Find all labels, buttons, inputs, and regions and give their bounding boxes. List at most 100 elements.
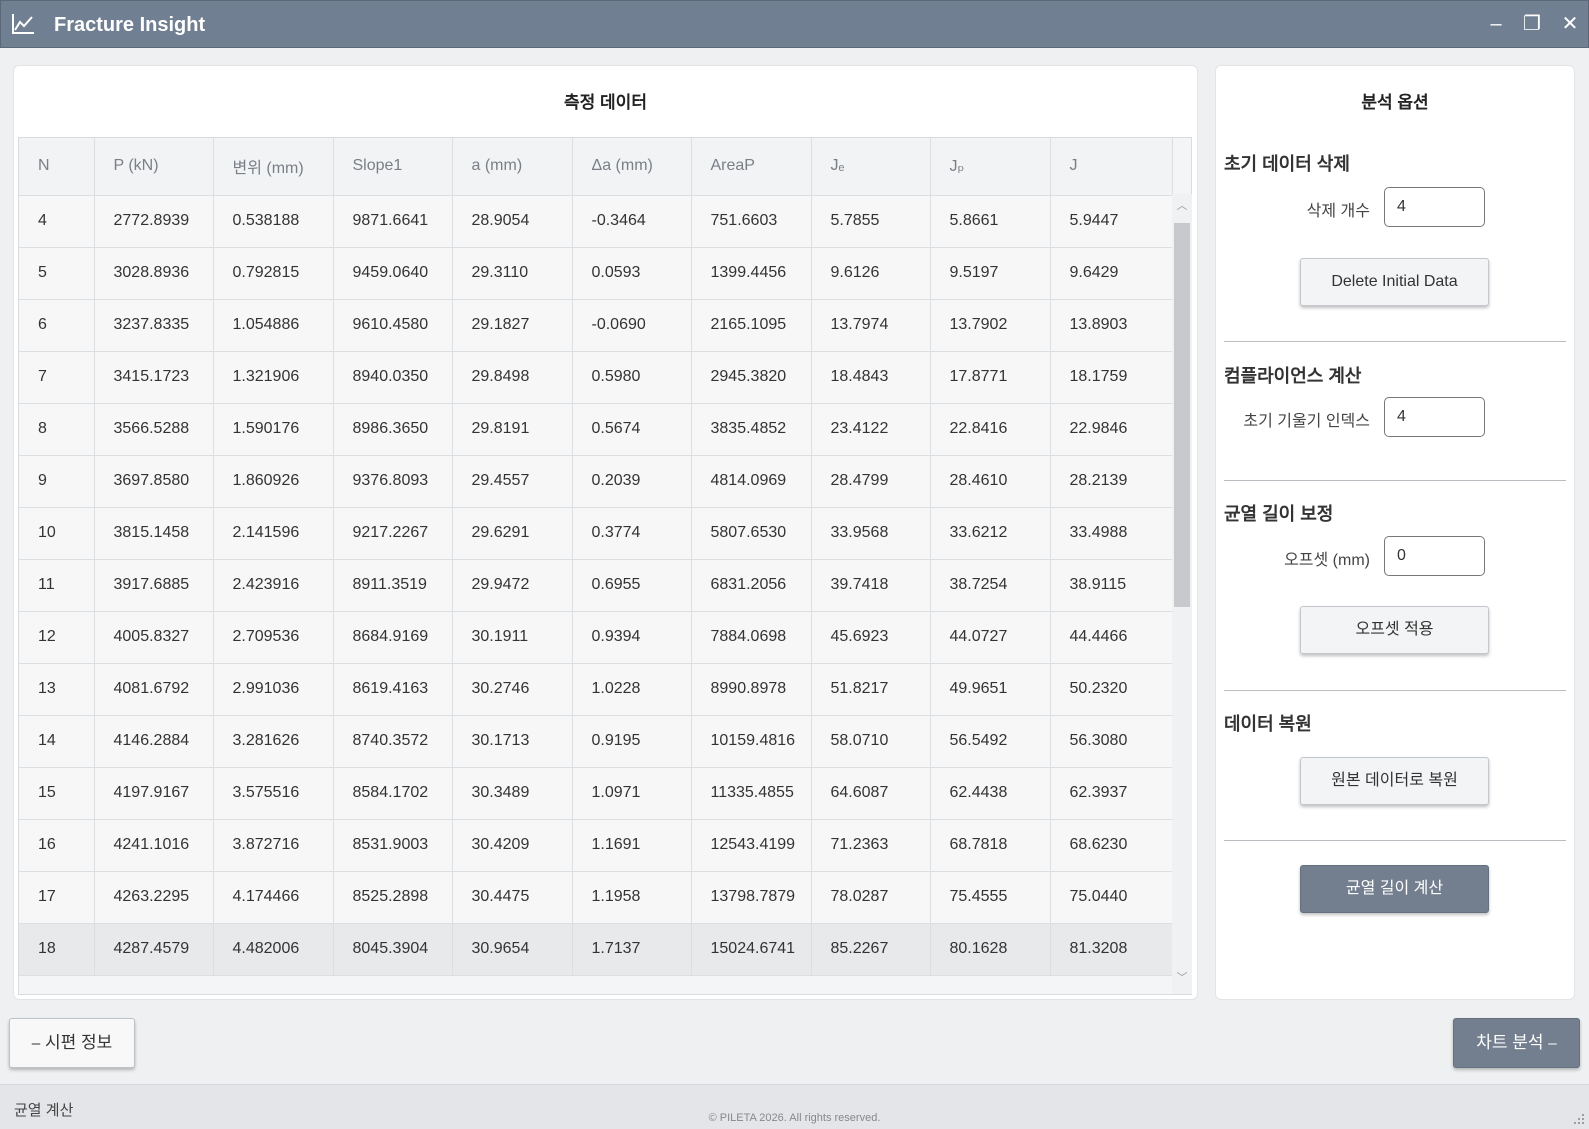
table-row[interactable]: 8 3566.5288 1.590176 8986.3650 29.8191 0.5674… — [19, 403, 1173, 456]
table-cell: 8584.1702 — [333, 767, 453, 820]
table-cell: 4 — [19, 195, 95, 248]
table-cell: 0.792815 — [213, 247, 334, 300]
offset-input[interactable]: 0 — [1384, 536, 1485, 576]
table-cell: 3566.5288 — [94, 403, 214, 456]
table-row[interactable]: 17 4263.2295 4.174466 8525.2898 30.4475 1.195… — [19, 871, 1173, 924]
section-divider — [1224, 690, 1566, 691]
column-header[interactable]: N — [19, 138, 95, 196]
column-header[interactable]: P (kN) — [94, 138, 214, 196]
table-cell: 3815.1458 — [94, 507, 214, 560]
table-cell: 751.6603 — [691, 195, 812, 248]
table-cell: 38.7254 — [930, 559, 1051, 612]
table-cell: 13 — [19, 663, 95, 716]
table-cell: 8911.3519 — [333, 559, 453, 612]
table-row[interactable]: 9 3697.8580 1.860926 9376.8093 29.4557 0.2039… — [19, 455, 1173, 508]
maximize-button[interactable]: ❐ — [1519, 11, 1545, 37]
table-cell: 29.1827 — [452, 299, 573, 352]
table-row[interactable]: 7 3415.1723 1.321906 8940.0350 29.8498 0.5980… — [19, 351, 1173, 404]
table-body: 4 2772.8939 0.538188 9871.6641 28.9054 -0.346… — [19, 195, 1173, 976]
initial-slope-index-input[interactable]: 4 — [1384, 397, 1485, 437]
column-header[interactable]: AreaP — [691, 138, 812, 196]
table-cell: 4197.9167 — [94, 767, 214, 820]
table-cell: 4.482006 — [213, 923, 334, 976]
table-cell: 39.7418 — [811, 559, 931, 612]
table-cell: 30.9654 — [452, 923, 573, 976]
table-row[interactable]: 5 3028.8936 0.792815 9459.0640 29.3110 0.0593… — [19, 247, 1173, 300]
scroll-down-arrow-icon[interactable]: ﹀ — [1172, 968, 1192, 988]
column-header[interactable]: a (mm) — [452, 138, 573, 196]
table-row[interactable]: 10 3815.1458 2.141596 9217.2267 29.6291 0.377… — [19, 507, 1173, 560]
data-table-container[interactable]: NP (kN) 변위 (mm) Slope1 a (mm) Δa (mm) AreaP Jₑ… — [18, 137, 1192, 995]
line-chart-icon — [12, 14, 34, 34]
chart-analysis-button[interactable]: 차트 분석 ⎯ — [1453, 1018, 1580, 1068]
table-row[interactable]: 6 3237.8335 1.054886 9610.4580 29.1827 -0.069… — [19, 299, 1173, 352]
table-cell: 1.0228 — [572, 663, 692, 716]
initial-slope-index-label: 초기 기울기 인덱스 — [1243, 413, 1370, 430]
table-cell: 9 — [19, 455, 95, 508]
table-cell: 5.8661 — [930, 195, 1051, 248]
column-header[interactable]: J — [1050, 138, 1173, 196]
table-cell: 3028.8936 — [94, 247, 214, 300]
table-cell: 0.5674 — [572, 403, 692, 456]
column-header[interactable]: Slope1 — [333, 138, 453, 196]
table-cell: -0.0690 — [572, 299, 692, 352]
apply-offset-button[interactable]: 오프셋 적용 — [1300, 606, 1489, 654]
table-cell: 2.709536 — [213, 611, 334, 664]
crack-correction-section-title: 균열 길이 보정 — [1224, 504, 1334, 524]
table-cell: 3697.8580 — [94, 455, 214, 508]
delete-count-input[interactable]: 4 — [1384, 187, 1485, 227]
table-cell: 8990.8978 — [691, 663, 812, 716]
table-cell: 18 — [19, 923, 95, 976]
table-cell: 11335.4855 — [691, 767, 812, 820]
table-row[interactable]: 15 4197.9167 3.575516 8584.1702 30.3489 1.097… — [19, 767, 1173, 820]
table-cell: 2772.8939 — [94, 195, 214, 248]
scrollbar-thumb[interactable] — [1174, 223, 1190, 607]
table-cell: 1.7137 — [572, 923, 692, 976]
table-cell: 18.4843 — [811, 351, 931, 404]
table-cell: 8531.9003 — [333, 819, 453, 872]
table-row[interactable]: 11 3917.6885 2.423916 8911.3519 29.9472 0.695… — [19, 559, 1173, 612]
table-cell: 13.7902 — [930, 299, 1051, 352]
specimen-info-button[interactable]: ⎯ 시편 정보 — [9, 1018, 135, 1068]
table-cell: 16 — [19, 819, 95, 872]
table-cell: 0.3774 — [572, 507, 692, 560]
table-cell: 12543.4199 — [691, 819, 812, 872]
table-row[interactable]: 16 4241.1016 3.872716 8531.9003 30.4209 1.169… — [19, 819, 1173, 872]
minimize-button[interactable]: – — [1483, 11, 1509, 37]
table-cell: 13798.7879 — [691, 871, 812, 924]
table-cell: 3237.8335 — [94, 299, 214, 352]
table-cell: 29.8498 — [452, 351, 573, 404]
scroll-up-arrow-icon[interactable]: ︿ — [1172, 196, 1192, 216]
table-cell: 10 — [19, 507, 95, 560]
table-cell: 3.281626 — [213, 715, 334, 768]
table-cell: 4005.8327 — [94, 611, 214, 664]
delete-initial-data-button[interactable]: Delete Initial Data — [1300, 258, 1489, 306]
table-row[interactable]: 4 2772.8939 0.538188 9871.6641 28.9054 -0.346… — [19, 195, 1173, 248]
table-row[interactable]: 18 4287.4579 4.482006 8045.3904 30.9654 1.713… — [19, 923, 1173, 976]
table-cell: 56.3080 — [1050, 715, 1173, 768]
table-cell: 15024.6741 — [691, 923, 812, 976]
table-cell: 68.6230 — [1050, 819, 1173, 872]
table-cell: 56.5492 — [930, 715, 1051, 768]
table-cell: 9.5197 — [930, 247, 1051, 300]
table-row[interactable]: 12 4005.8327 2.709536 8684.9169 30.1911 0.939… — [19, 611, 1173, 664]
column-header[interactable]: 변위 (mm) — [213, 138, 334, 196]
compute-crack-length-button[interactable]: 균열 길이 계산 — [1300, 865, 1489, 913]
close-button[interactable]: ✕ — [1557, 11, 1583, 37]
table-cell: 8684.9169 — [333, 611, 453, 664]
table-cell: 30.3489 — [452, 767, 573, 820]
table-row[interactable]: 13 4081.6792 2.991036 8619.4163 30.2746 1.022… — [19, 663, 1173, 716]
vertical-scrollbar[interactable]: ︿ ﹀ — [1172, 194, 1192, 994]
table-cell: 8740.3572 — [333, 715, 453, 768]
column-header[interactable]: Jₚ — [930, 138, 1051, 196]
offset-label: 오프셋 (mm) — [1284, 552, 1370, 569]
column-header[interactable]: Jₑ — [811, 138, 931, 196]
table-cell: 2945.3820 — [691, 351, 812, 404]
copyright-text: © PILETA 2026. All rights reserved. — [708, 1112, 881, 1124]
table-row[interactable]: 14 4146.2884 3.281626 8740.3572 30.1713 0.919… — [19, 715, 1173, 768]
resize-grip-icon[interactable] — [1573, 1113, 1585, 1125]
table-cell: 14 — [19, 715, 95, 768]
table-cell: 4146.2884 — [94, 715, 214, 768]
column-header[interactable]: Δa (mm) — [572, 138, 692, 196]
restore-original-data-button[interactable]: 원본 데이터로 복원 — [1300, 757, 1489, 805]
